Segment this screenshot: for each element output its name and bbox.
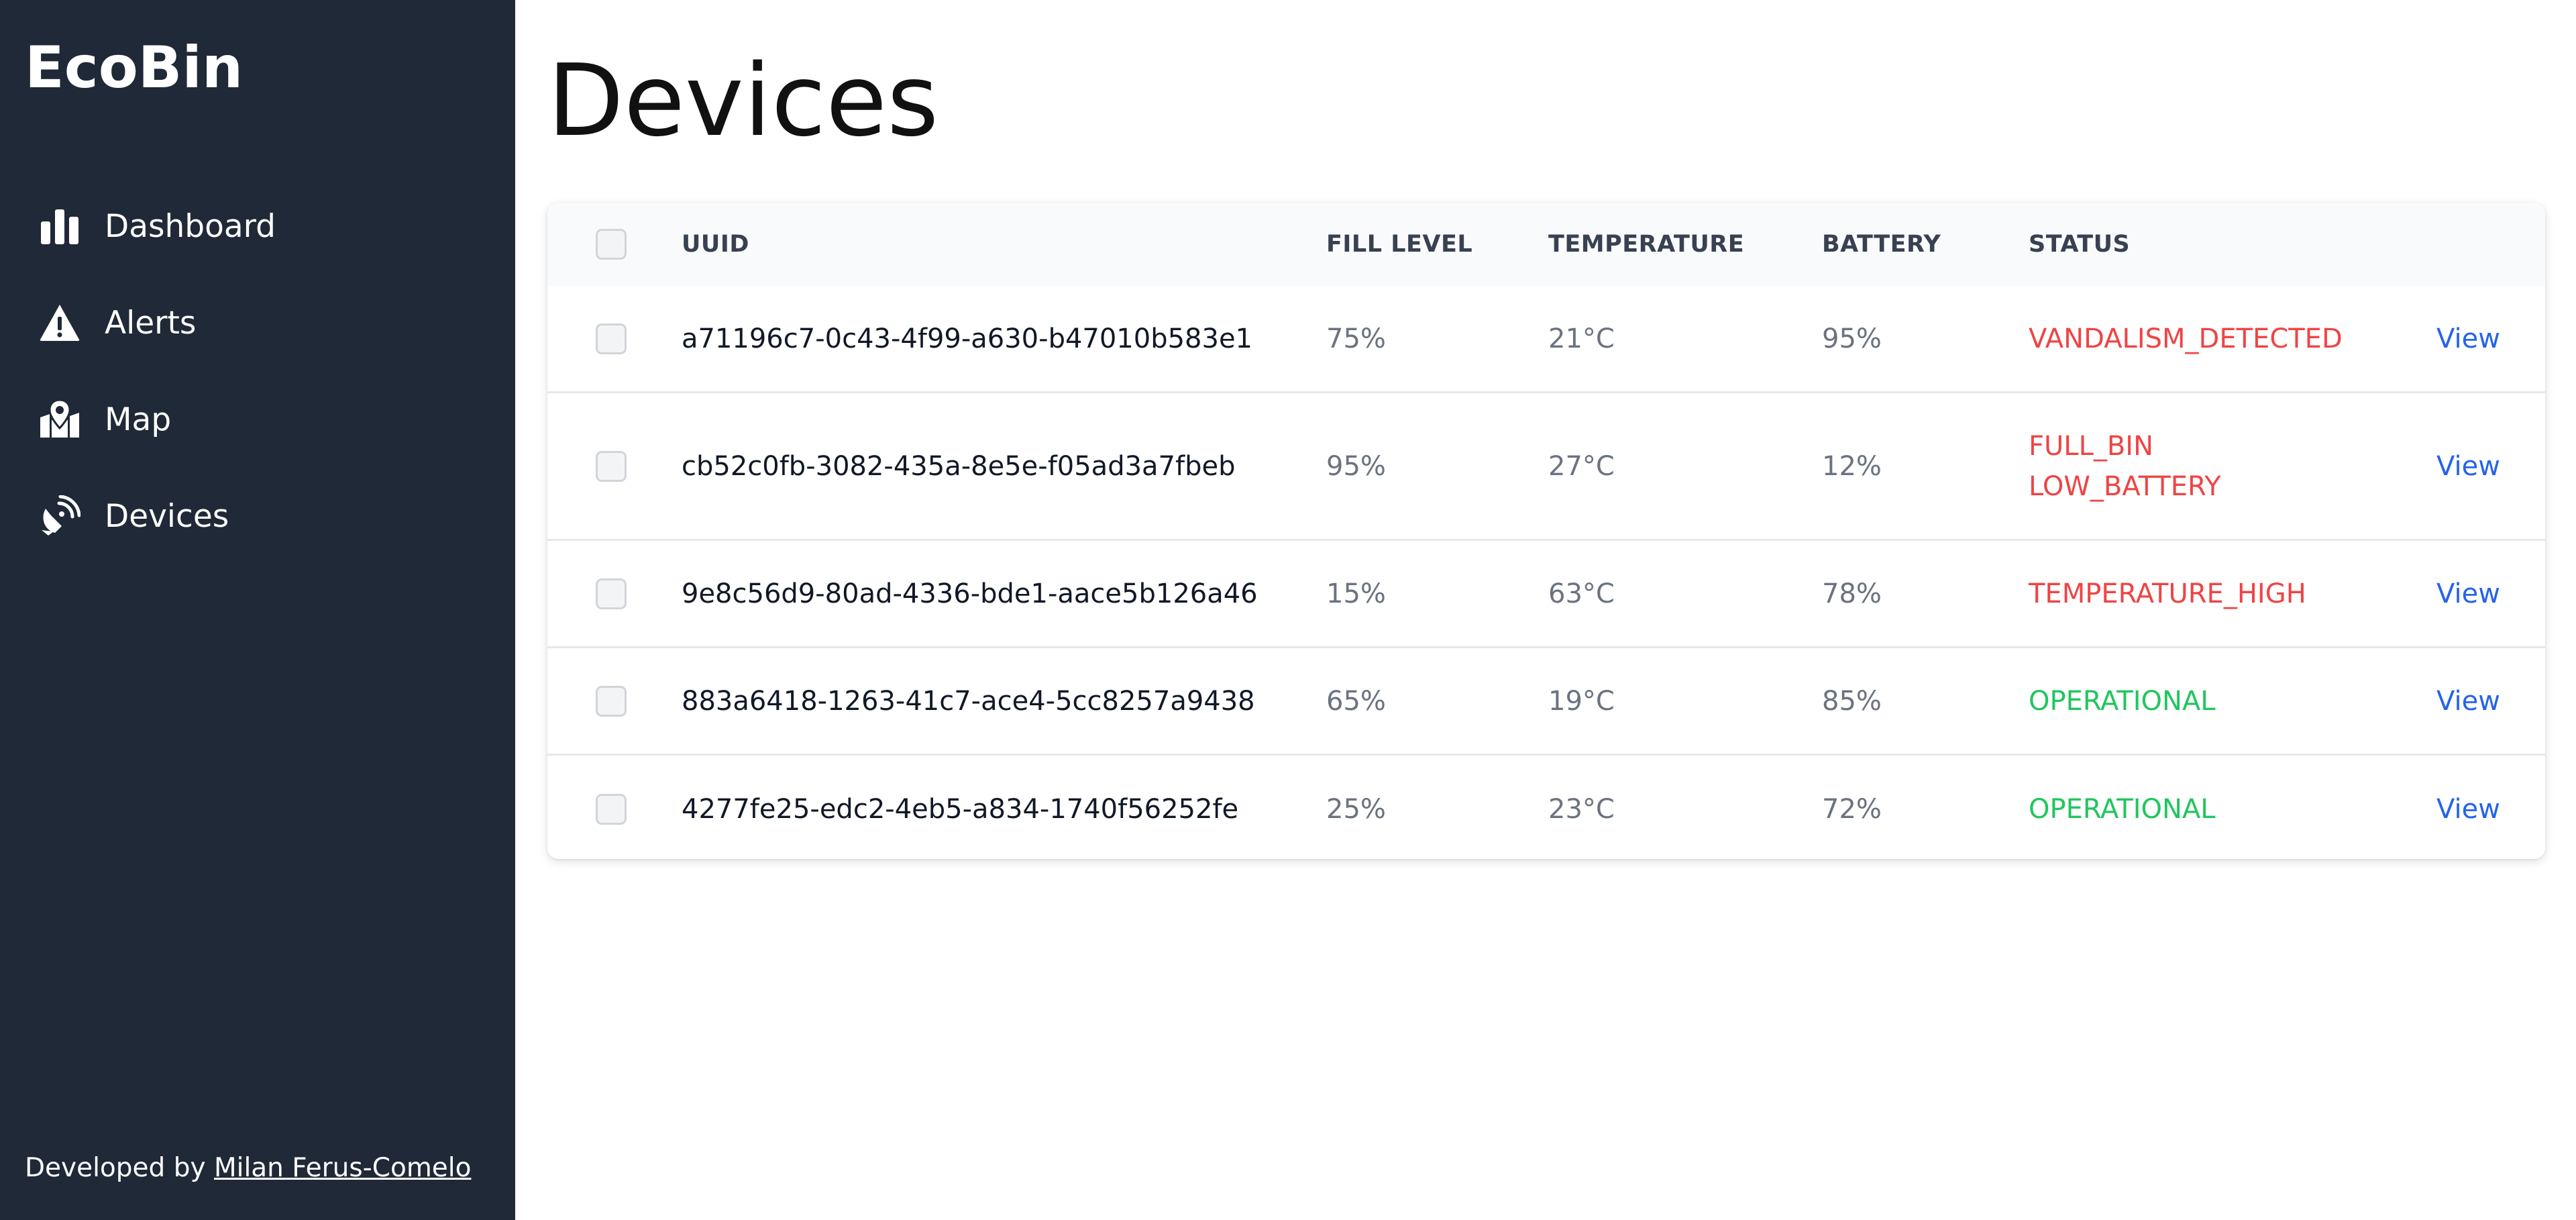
status-badge: TEMPERATURE_HIGH <box>2029 578 2306 609</box>
status-cell: VANDALISM_DETECTED <box>2029 286 2343 391</box>
status-cell: FULL_BIN LOW_BATTERY <box>2029 393 2221 539</box>
main-content: Devices UUID FILL LEVEL TEMPERATURE BATT… <box>515 0 2576 1220</box>
fill-level: 25% <box>1326 794 1386 825</box>
author-link[interactable]: Milan Ferus-Comelo <box>214 1153 472 1183</box>
status-badge: OPERATIONAL <box>2029 685 2216 717</box>
device-uuid: a71196c7-0c43-4f99-a630-b47010b583e1 <box>682 323 1252 354</box>
row-checkbox[interactable] <box>596 685 627 717</box>
row-checkbox-cell <box>596 541 627 646</box>
view-link[interactable]: View <box>2436 323 2500 354</box>
warning-icon <box>39 302 80 344</box>
row-checkbox-cell <box>596 756 627 859</box>
row-checkbox[interactable] <box>596 578 627 609</box>
battery: 12% <box>1822 450 1882 482</box>
sidebar-item-label: Alerts <box>105 304 197 342</box>
battery: 95% <box>1822 323 1882 354</box>
brand-logo[interactable]: EcoBin <box>25 34 243 103</box>
header-fill-level: FILL LEVEL <box>1326 231 1473 258</box>
fill-level: 95% <box>1326 450 1386 482</box>
devices-table: UUID FILL LEVEL TEMPERATURE BATTERY STAT… <box>547 203 2545 859</box>
status-badge: OPERATIONAL <box>2029 794 2216 825</box>
fill-level: 15% <box>1326 578 1386 609</box>
status-cell: TEMPERATURE_HIGH <box>2029 541 2306 646</box>
action-cell: View <box>2436 393 2500 539</box>
header-temperature: TEMPERATURE <box>1548 231 1745 258</box>
view-link[interactable]: View <box>2436 794 2500 825</box>
action-cell: View <box>2436 541 2500 646</box>
view-link[interactable]: View <box>2436 578 2500 609</box>
header-uuid: UUID <box>682 231 749 258</box>
device-uuid: 9e8c56d9-80ad-4336-bde1-aace5b126a46 <box>682 578 1258 609</box>
row-checkbox[interactable] <box>596 450 627 482</box>
map-pin-icon <box>39 399 80 440</box>
temperature: 27°C <box>1548 450 1615 482</box>
sidebar: EcoBin Dashboard Alerts Map Devices Deve… <box>0 0 515 1220</box>
table-header-row: UUID FILL LEVEL TEMPERATURE BATTERY STAT… <box>547 203 2545 286</box>
status-badge: VANDALISM_DETECTED <box>2029 323 2343 354</box>
fill-level: 65% <box>1326 685 1386 717</box>
fill-level: 75% <box>1326 323 1386 354</box>
view-link[interactable]: View <box>2436 686 2500 717</box>
sidebar-item-devices[interactable]: Devices <box>0 468 515 564</box>
sidebar-item-alerts[interactable]: Alerts <box>0 274 515 371</box>
temperature: 23°C <box>1548 794 1615 825</box>
sidebar-nav: Dashboard Alerts Map Devices <box>0 178 515 564</box>
bar-chart-icon <box>39 205 80 247</box>
battery: 85% <box>1822 685 1882 717</box>
action-cell: View <box>2436 286 2500 391</box>
temperature: 21°C <box>1548 323 1615 354</box>
table-row: 883a6418-1263-41c7-ace4-5cc8257a9438 65%… <box>547 648 2545 756</box>
temperature: 19°C <box>1548 685 1615 717</box>
header-status: STATUS <box>2029 231 2131 258</box>
sidebar-item-dashboard[interactable]: Dashboard <box>0 178 515 274</box>
page-title: Devices <box>547 43 939 158</box>
sidebar-footer: Developed by Milan Ferus-Comelo <box>25 1153 472 1183</box>
device-uuid: 4277fe25-edc2-4eb5-a834-1740f56252fe <box>682 794 1239 825</box>
sidebar-item-map[interactable]: Map <box>0 371 515 468</box>
footer-prefix: Developed by <box>25 1153 206 1183</box>
select-all-checkbox[interactable] <box>596 229 627 260</box>
view-link[interactable]: View <box>2436 451 2500 482</box>
battery: 72% <box>1822 794 1882 825</box>
table-row: 4277fe25-edc2-4eb5-a834-1740f56252fe 25%… <box>547 756 2545 859</box>
header-checkbox-cell <box>596 203 627 286</box>
sidebar-item-label: Map <box>105 401 172 438</box>
row-checkbox-cell <box>596 648 627 754</box>
row-checkbox[interactable] <box>596 323 627 354</box>
sidebar-item-label: Dashboard <box>105 207 276 245</box>
action-cell: View <box>2436 756 2500 859</box>
header-battery: BATTERY <box>1822 231 1941 258</box>
table-row: 9e8c56d9-80ad-4336-bde1-aace5b126a46 15%… <box>547 541 2545 648</box>
row-checkbox[interactable] <box>596 794 627 825</box>
status-badge: LOW_BATTERY <box>2029 470 2221 502</box>
row-checkbox-cell <box>596 286 627 391</box>
status-cell: OPERATIONAL <box>2029 648 2216 754</box>
table-row: cb52c0fb-3082-435a-8e5e-f05ad3a7fbeb 95%… <box>547 393 2545 541</box>
device-uuid: cb52c0fb-3082-435a-8e5e-f05ad3a7fbeb <box>682 450 1236 482</box>
satellite-dish-icon <box>39 495 80 537</box>
row-checkbox-cell <box>596 393 627 539</box>
battery: 78% <box>1822 578 1882 609</box>
app: EcoBin Dashboard Alerts Map Devices Deve… <box>0 0 2576 1220</box>
sidebar-item-label: Devices <box>105 497 229 535</box>
action-cell: View <box>2436 648 2500 754</box>
status-badge: FULL_BIN <box>2029 430 2154 462</box>
table-row: a71196c7-0c43-4f99-a630-b47010b583e1 75%… <box>547 286 2545 393</box>
device-uuid: 883a6418-1263-41c7-ace4-5cc8257a9438 <box>682 685 1255 717</box>
status-cell: OPERATIONAL <box>2029 756 2216 859</box>
temperature: 63°C <box>1548 578 1615 609</box>
